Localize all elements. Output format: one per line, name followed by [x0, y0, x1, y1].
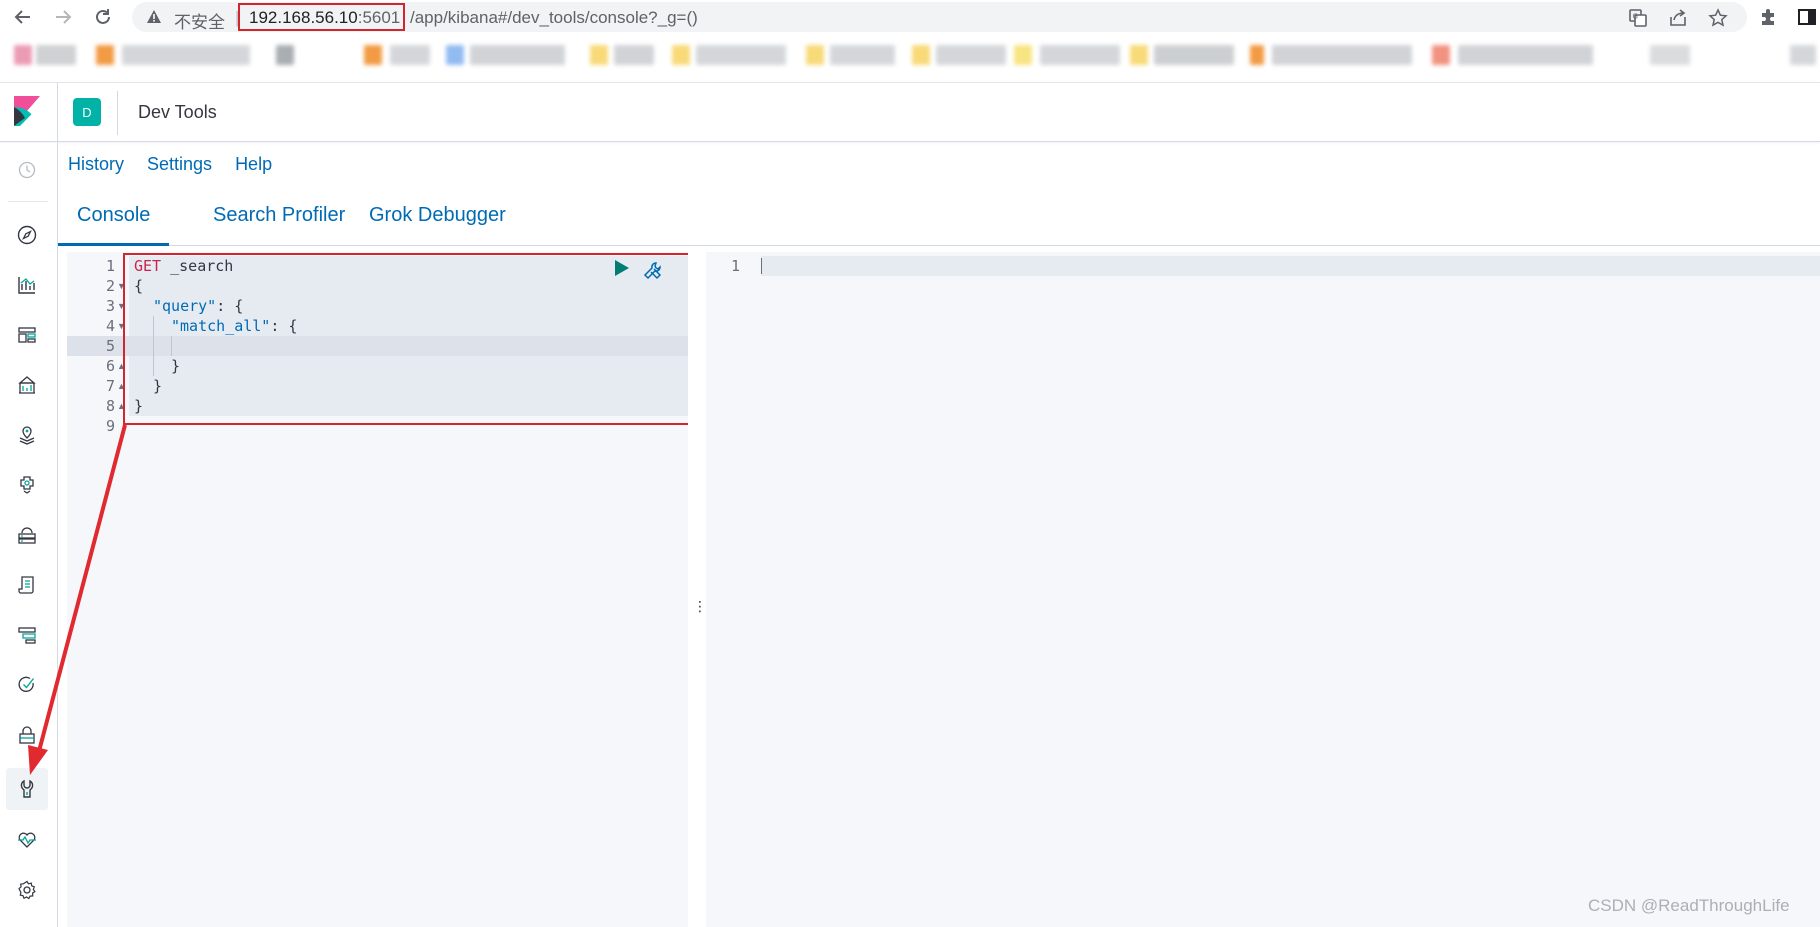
- discover-compass-icon[interactable]: [13, 221, 41, 249]
- back-icon[interactable]: [12, 6, 34, 28]
- bookmark-item[interactable]: [590, 45, 608, 65]
- request-annotation-box: [123, 253, 690, 425]
- line-number: 5: [105, 337, 115, 355]
- bookmark-item[interactable]: [122, 45, 250, 65]
- output-cursor: [761, 258, 762, 274]
- machine-learning-icon[interactable]: [13, 471, 41, 499]
- bookmark-item[interactable]: [1040, 45, 1120, 65]
- bookmark-item[interactable]: [1458, 45, 1593, 65]
- bookmark-item[interactable]: [96, 45, 114, 65]
- siem-lock-icon[interactable]: [13, 721, 41, 749]
- line-number: 8: [105, 397, 115, 415]
- bookmark-item[interactable]: [1790, 45, 1816, 65]
- line-number: 3: [105, 297, 115, 315]
- line-number: 9: [105, 417, 115, 435]
- settings-link[interactable]: Settings: [147, 154, 212, 178]
- kibana-logo-icon[interactable]: [14, 96, 40, 126]
- dashboard-icon[interactable]: [13, 321, 41, 349]
- bookmark-item[interactable]: [936, 45, 1006, 65]
- warning-icon: [146, 9, 162, 24]
- browser-toolbar: 不安全 | 192.168.56.10:5601 /app/kibana#/de…: [0, 0, 1820, 34]
- line-number: 4: [105, 317, 115, 335]
- line-number: 2: [105, 277, 115, 295]
- apm-icon[interactable]: [13, 621, 41, 649]
- bookmark-item[interactable]: [830, 45, 895, 65]
- dev-tools-tabs: Console Search Profiler Grok Debugger: [58, 200, 1820, 246]
- url-path: /app/kibana#/dev_tools/console?_g=(): [410, 8, 698, 27]
- line-number: 7: [105, 377, 115, 395]
- bookmark-item[interactable]: [912, 45, 930, 65]
- insecure-label: 不安全: [174, 13, 225, 32]
- bookmark-item[interactable]: [1432, 45, 1450, 65]
- bookmark-item[interactable]: [1650, 45, 1690, 65]
- bookmarks-bar: [0, 38, 1820, 74]
- tab-console[interactable]: Console: [58, 200, 170, 246]
- bookmark-item[interactable]: [1154, 45, 1234, 65]
- line-number: 6: [105, 357, 115, 375]
- header-divider: [117, 91, 118, 135]
- side-panel-icon[interactable]: [1796, 6, 1818, 28]
- output-active-line: [761, 256, 1820, 276]
- bookmark-item[interactable]: [446, 45, 464, 65]
- side-nav: [0, 143, 58, 927]
- recent-clock-icon[interactable]: [13, 156, 41, 184]
- bookmark-item[interactable]: [696, 45, 786, 65]
- bookmark-item[interactable]: [1250, 45, 1264, 65]
- bookmark-item[interactable]: [614, 45, 654, 65]
- bookmark-item[interactable]: [14, 45, 32, 65]
- page-title: Dev Tools: [138, 102, 217, 122]
- bookmark-item[interactable]: [1272, 45, 1412, 65]
- share-icon[interactable]: [1667, 7, 1689, 29]
- nav-divider: [8, 201, 48, 202]
- space-avatar[interactable]: D: [73, 98, 101, 126]
- bookmark-item[interactable]: [276, 45, 294, 65]
- header-divider: [57, 83, 58, 143]
- resizer-handle-icon[interactable]: ⋮: [693, 599, 707, 613]
- history-link[interactable]: History: [68, 154, 124, 178]
- translate-icon[interactable]: G: [1627, 7, 1649, 29]
- watermark: CSDN @ReadThroughLife: [1588, 896, 1790, 915]
- url-host: 192.168.56.10: [249, 8, 358, 27]
- extensions-icon[interactable]: [1757, 6, 1779, 28]
- bookmark-item[interactable]: [806, 45, 824, 65]
- monitoring-heartbeat-icon[interactable]: [13, 826, 41, 854]
- line-number: 1: [105, 257, 115, 275]
- reload-icon[interactable]: [92, 6, 114, 28]
- bookmark-item[interactable]: [1130, 45, 1148, 65]
- output-gutter: [706, 252, 761, 927]
- response-output[interactable]: 1: [706, 252, 1820, 927]
- output-line-number: 1: [730, 257, 740, 275]
- logs-icon[interactable]: [13, 571, 41, 599]
- tab-grok-debugger[interactable]: Grok Debugger: [350, 200, 525, 246]
- management-gear-icon[interactable]: [13, 876, 41, 904]
- bookmark-item[interactable]: [672, 45, 690, 65]
- bookmark-star-icon[interactable]: [1707, 7, 1729, 29]
- dev-tools-wrench-icon[interactable]: [13, 775, 41, 803]
- visualize-chart-icon[interactable]: [13, 271, 41, 299]
- help-link[interactable]: Help: [235, 154, 272, 178]
- maps-icon[interactable]: [13, 421, 41, 449]
- url-port: :5601: [357, 8, 401, 27]
- pane-resizer[interactable]: ⋮: [688, 252, 707, 927]
- dev-tools-top-menu: History Settings Help: [68, 154, 272, 178]
- svg-text:G: G: [1633, 13, 1638, 21]
- bookmark-item[interactable]: [470, 45, 565, 65]
- address-bar[interactable]: 不安全 | 192.168.56.10:5601 /app/kibana#/de…: [132, 2, 1747, 32]
- kibana-header: D Dev Tools: [0, 82, 1820, 143]
- uptime-icon[interactable]: [13, 671, 41, 699]
- bookmark-item[interactable]: [364, 45, 382, 65]
- infrastructure-icon[interactable]: [13, 521, 41, 549]
- bookmark-item[interactable]: [390, 45, 430, 65]
- tab-search-profiler[interactable]: Search Profiler: [194, 200, 364, 246]
- bookmark-item[interactable]: [36, 45, 76, 65]
- canvas-icon[interactable]: [13, 371, 41, 399]
- forward-icon[interactable]: [52, 6, 74, 28]
- url-host-highlight: 192.168.56.10:5601: [238, 3, 406, 31]
- bookmark-item[interactable]: [1014, 45, 1032, 65]
